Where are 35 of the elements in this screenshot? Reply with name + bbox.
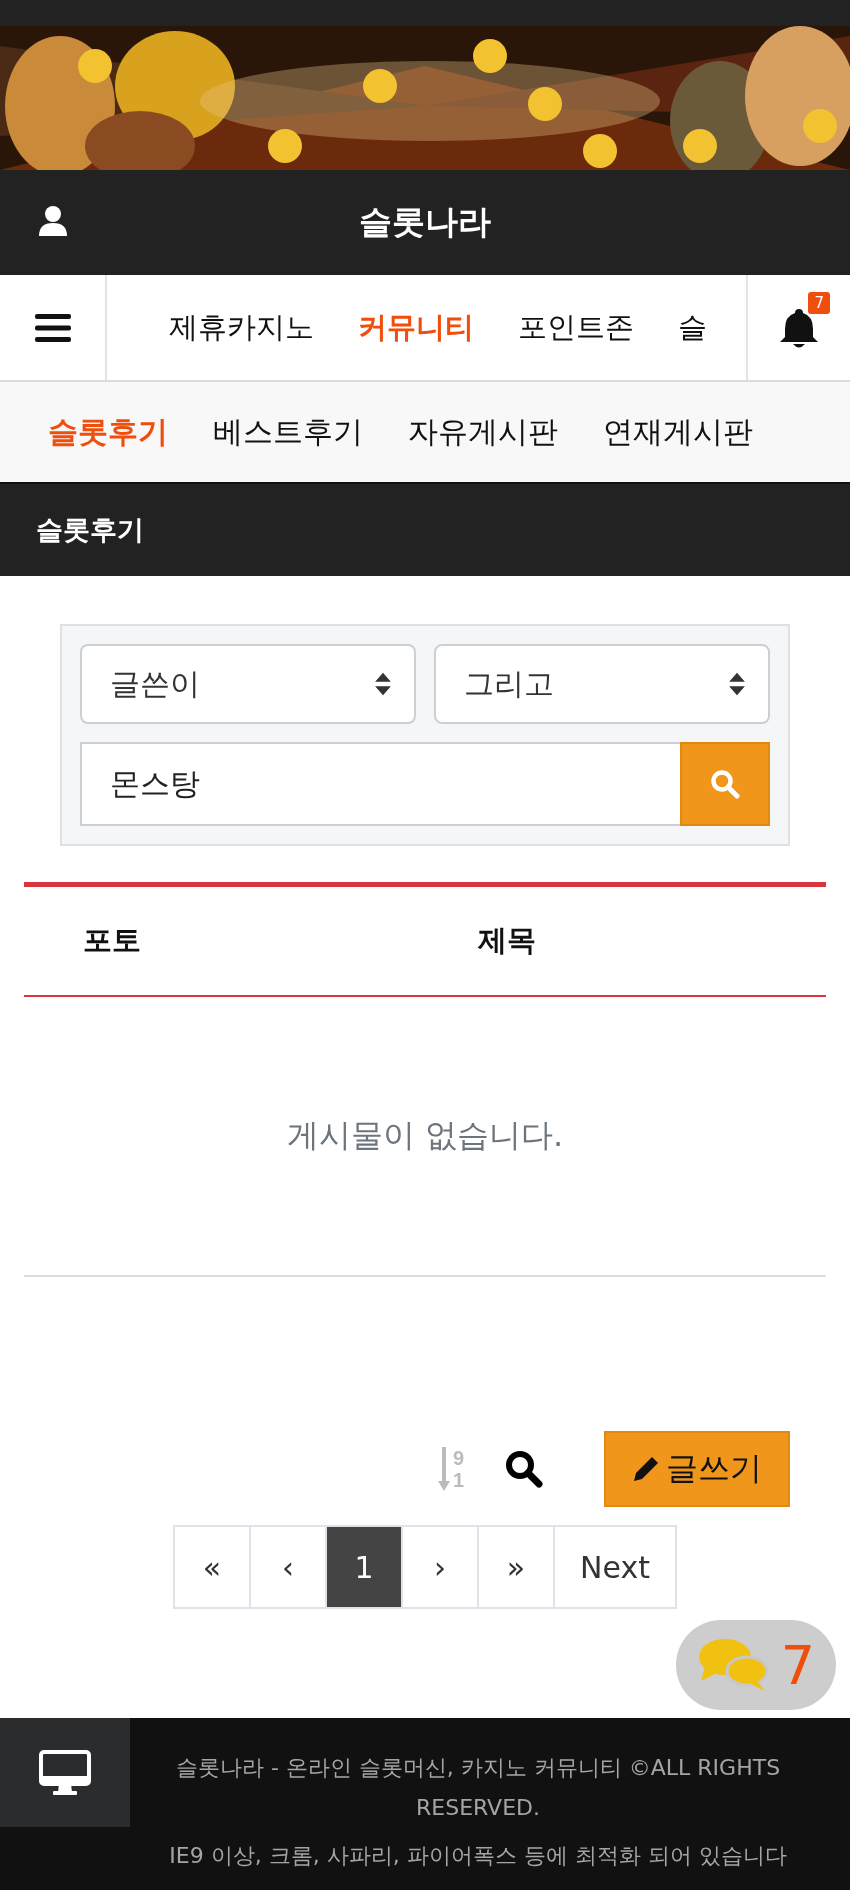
field-select[interactable]: 글쓴이 (80, 644, 416, 724)
updown-icon (728, 671, 746, 697)
page-link[interactable]: › (401, 1527, 477, 1607)
operator-select[interactable]: 그리고 (434, 644, 770, 724)
search-icon[interactable] (504, 1449, 544, 1489)
page-link[interactable]: Next (553, 1527, 675, 1607)
menu-icon[interactable] (34, 313, 71, 342)
monitor-icon[interactable] (39, 1749, 91, 1796)
empty-message: 게시물이 없습니다. (286, 1115, 564, 1156)
footer-text: IE9 이상, 크롬, 사파리, 파이어폭스 등에 최적화 되어 있습니다 (169, 1842, 787, 1870)
page-link[interactable]: « (175, 1527, 249, 1607)
nav-link[interactable]: 포인트존 (518, 307, 634, 348)
footer-text: 슬롯나라 - 온라인 슬롯머신, 카지노 커뮤니티 ©ALL RIGHTS RESERVED. (174, 1754, 782, 1822)
pencil-icon (632, 1455, 660, 1483)
board-tab[interactable]: 자유게시판 (408, 411, 558, 453)
nav-link[interactable]: 커뮤니티 (358, 307, 474, 348)
section-title: 슬롯후기 (36, 513, 144, 547)
bell-icon[interactable] (779, 306, 819, 349)
chat-icon (696, 1637, 769, 1693)
write-button[interactable]: 글쓰기 (604, 1431, 790, 1507)
updown-icon (374, 671, 392, 697)
column-header: 제목 (478, 922, 536, 959)
column-header: 포토 (83, 922, 141, 959)
user-icon[interactable] (38, 205, 68, 237)
nav-link[interactable]: 제휴카지노 (169, 307, 314, 348)
page-link[interactable]: 1 (325, 1527, 401, 1607)
nav-link[interactable]: 슬 (678, 307, 707, 348)
search-icon (710, 769, 740, 799)
search-button[interactable] (680, 742, 770, 826)
site-title: 슬롯나라 (359, 201, 491, 243)
notification-badge: 7 (808, 292, 830, 314)
board-tab[interactable]: 베스트후기 (213, 411, 363, 453)
search-field[interactable]: 몬스탕 (80, 742, 680, 826)
page-link[interactable]: » (477, 1527, 553, 1607)
board-tab[interactable]: 연재게시판 (603, 411, 753, 453)
